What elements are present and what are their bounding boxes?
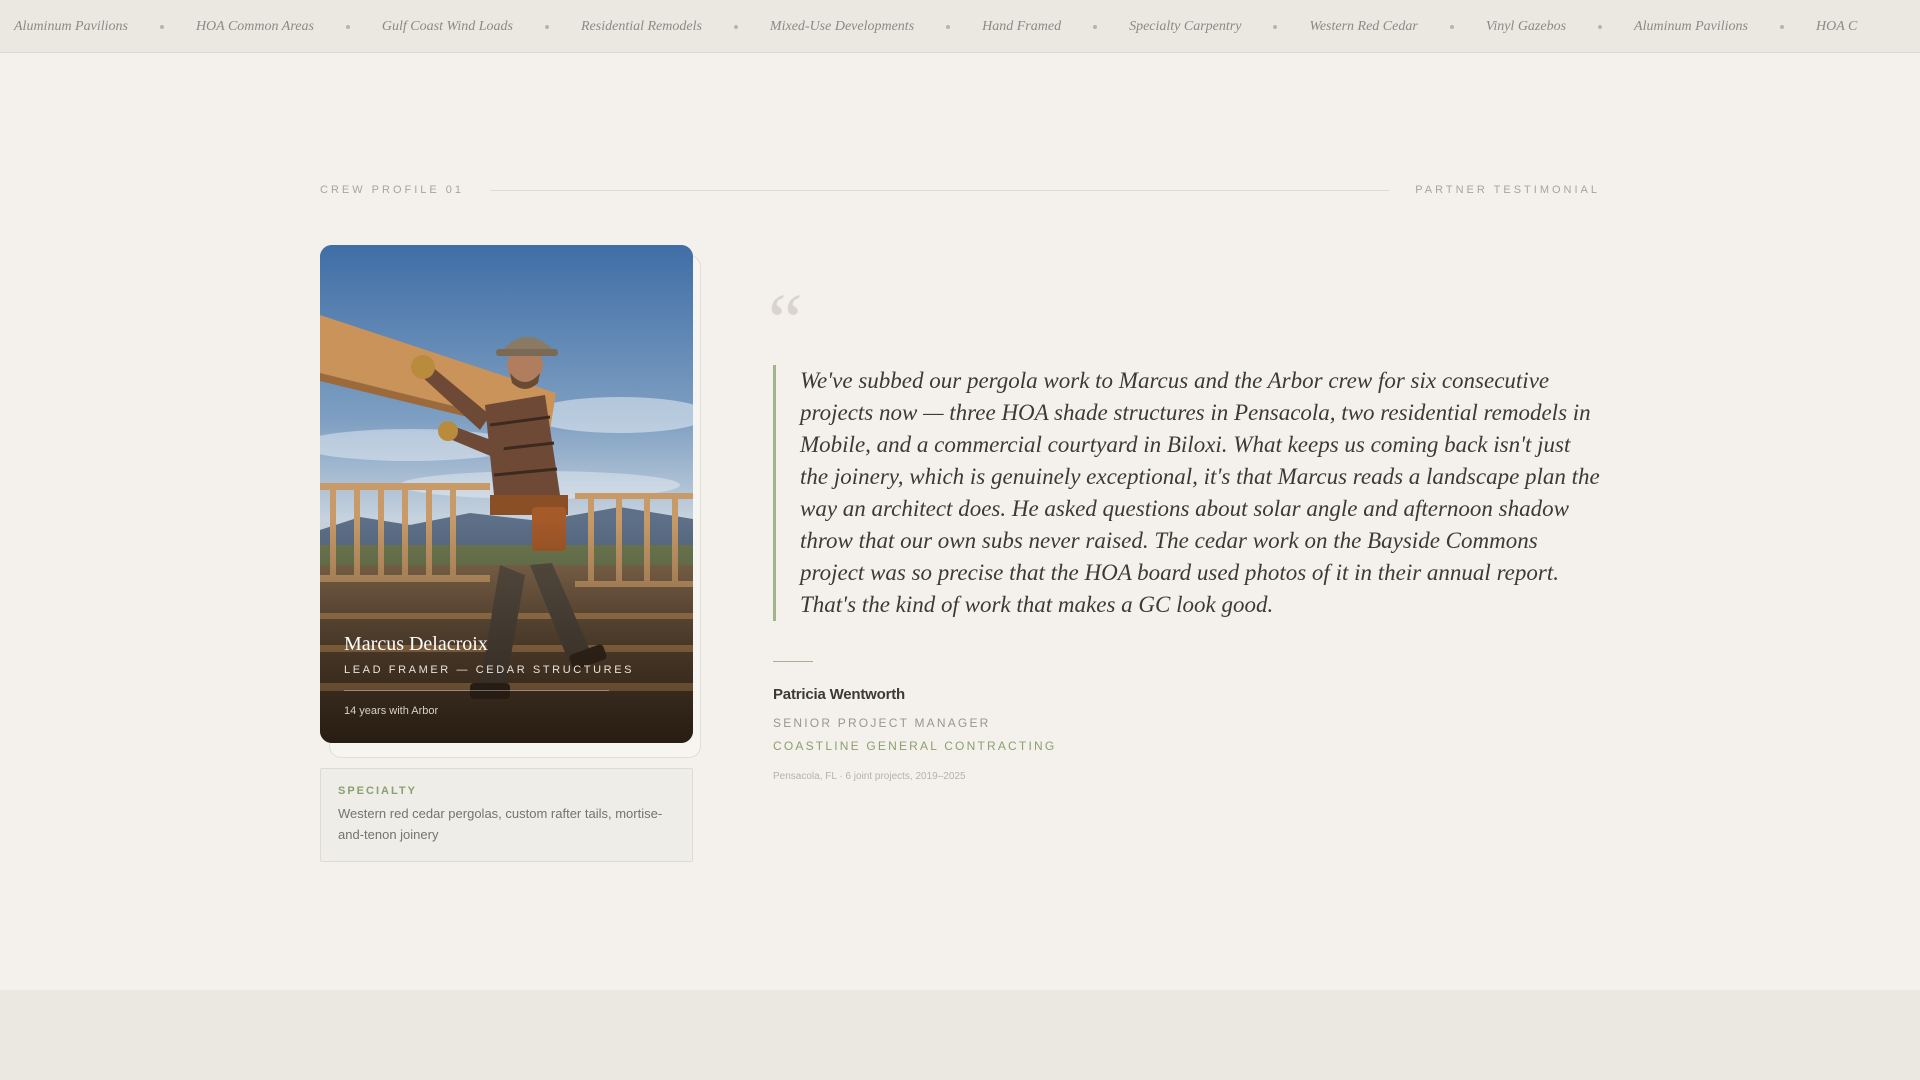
ticker-separator-dot — [946, 24, 951, 29]
quote-mark-icon: “ — [768, 277, 803, 364]
testimonial-quote: We've subbed our pergola work to Marcus … — [773, 365, 1603, 621]
section-divider — [490, 189, 1390, 191]
author-title: SENIOR PROJECT MANAGER — [773, 716, 991, 730]
author-meta: Pensacola, FL · 6 joint projects, 2019–2… — [773, 771, 966, 782]
ticker-separator-dot — [345, 24, 350, 29]
ticker-item: Mixed-Use Developments — [769, 18, 915, 34]
specialty-label: SPECIALTY — [338, 785, 417, 797]
crew-member-tenure: 14 years with Arbor — [344, 705, 439, 717]
specialty-box: SPECIALTY Western red cedar pergolas, cu… — [320, 768, 693, 862]
author-name: Patricia Wentworth — [773, 686, 905, 703]
ticker-separator-dot — [733, 24, 738, 29]
ticker-item: Hand Framed — [982, 18, 1062, 34]
crew-member-name: Marcus Delacroix — [344, 633, 488, 655]
crew-member-role: LEAD FRAMER — CEDAR STRUCTURES — [344, 664, 631, 691]
ticker-item: Aluminum Pavilions — [1634, 18, 1748, 34]
crew-photo: Marcus Delacroix LEAD FRAMER — CEDAR STR… — [320, 245, 693, 743]
ticker-separator-dot — [1449, 24, 1454, 29]
ticker-separator-dot — [1779, 24, 1784, 29]
ticker-item: Vinyl Gazebos — [1485, 18, 1567, 34]
ticker-item: Western Red Cedar — [1309, 18, 1418, 34]
ticker-separator-dot — [1273, 24, 1278, 29]
quote-text: We've subbed our pergola work to Marcus … — [800, 368, 1600, 617]
ticker-separator-dot — [1598, 24, 1603, 29]
ticker-item: Gulf Coast Wind Loads — [381, 18, 513, 34]
partner-testimonial-label: PARTNER TESTIMONIAL — [1415, 184, 1600, 196]
ticker-item: HOA Common Areas — [195, 18, 314, 34]
ticker-separator-dot — [159, 24, 164, 29]
ticker-item: Aluminum Pavilions — [14, 18, 128, 34]
crew-profile-label: CREW PROFILE 01 — [320, 184, 465, 196]
crew-profile-card: Marcus Delacroix LEAD FRAMER — CEDAR STR… — [320, 245, 701, 760]
ticker-item: HOA C — [1815, 18, 1858, 34]
author-company: COASTLINE GENERAL CONTRACTING — [773, 739, 1057, 753]
ticker-item: Specialty Carpentry — [1129, 18, 1242, 34]
category-ticker: Aluminum Pavilions HOA Common Areas Gulf C… — [0, 0, 1920, 53]
attribution-divider — [773, 661, 813, 662]
ticker-item: Residential Remodels — [581, 18, 702, 34]
ticker-separator-dot — [1093, 24, 1098, 29]
ticker-separator-dot — [545, 24, 549, 29]
ticker-track: Aluminum Pavilions HOA Common Areas Gulf C… — [14, 0, 1858, 52]
specialty-text: Western red cedar pergolas, custom rafte… — [338, 806, 663, 842]
footer-band — [0, 990, 1920, 1080]
section-header: CREW PROFILE 01 PARTNER TESTIMONIAL — [320, 180, 1600, 200]
photo-caption: Marcus Delacroix LEAD FRAMER — CEDAR STR… — [344, 633, 669, 717]
